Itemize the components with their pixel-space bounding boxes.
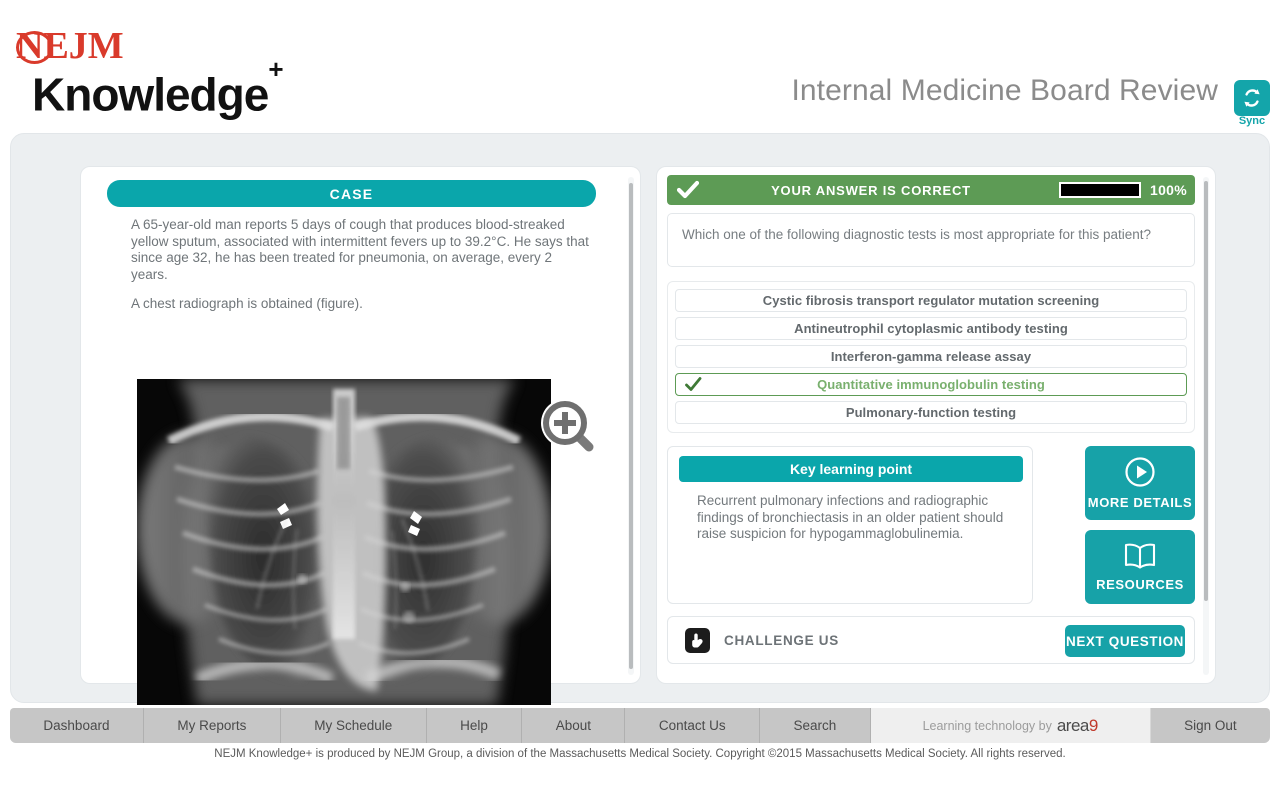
pointing-hand-icon — [692, 633, 703, 648]
case-paragraph: A 65-year-old man reports 5 days of coug… — [131, 217, 589, 282]
answer-choice-label: Quantitative immunoglobulin testing — [817, 377, 1045, 392]
challenge-us-icon-button[interactable] — [685, 628, 710, 653]
score-meter — [1059, 182, 1141, 198]
question-text: Which one of the following diagnostic te… — [667, 213, 1195, 267]
nav-item-contact-us[interactable]: Contact Us — [625, 708, 761, 743]
open-book-icon — [1124, 543, 1156, 569]
answer-panel-scrollbar[interactable] — [1203, 177, 1209, 675]
magnifier-plus-icon — [541, 399, 596, 454]
more-details-button[interactable]: MORE DETAILS — [1085, 446, 1195, 520]
nejm-knowledge-logo: NEJM Knowledge+ — [12, 26, 284, 121]
nav-item-help[interactable]: Help — [427, 708, 523, 743]
answer-choice-label: Cystic fibrosis transport regulator muta… — [762, 293, 1100, 308]
case-header: CASE — [107, 180, 596, 207]
nav-item-dashboard[interactable]: Dashboard — [10, 708, 144, 743]
app-header: NEJM Knowledge+ Internal Medicine Board … — [0, 0, 1280, 133]
chest-radiograph-image[interactable] — [137, 379, 551, 705]
resources-button[interactable]: RESOURCES — [1085, 530, 1195, 604]
answer-choice[interactable]: Interferon-gamma release assay — [675, 345, 1187, 368]
more-details-label: MORE DETAILS — [1087, 495, 1193, 510]
logo-plus-label: + — [268, 54, 283, 84]
score-meter-fill — [1061, 184, 1139, 196]
logo-knowledge-text: Knowledge+ — [32, 54, 284, 121]
logo-nejm-text: NEJM — [12, 26, 283, 66]
key-learning-point-card: Key learning point Recurrent pulmonary i… — [667, 446, 1033, 604]
logo-nejm-label: NEJM — [16, 25, 124, 67]
nav-item-about[interactable]: About — [522, 708, 626, 743]
nav-item-search[interactable]: Search — [760, 708, 871, 743]
area9-name-label: area — [1056, 715, 1090, 735]
score-percent-label: 100% — [1149, 182, 1187, 198]
case-panel: CASE A 65-year-old man reports 5 days of… — [80, 166, 641, 705]
answer-choice-label: Pulmonary-function testing — [845, 405, 1017, 420]
content-shell: CASE A 65-year-old man reports 5 days of… — [10, 133, 1270, 705]
challenge-bar: CHALLENGE US NEXT QUESTION — [667, 616, 1195, 664]
sync-button[interactable] — [1234, 80, 1270, 116]
next-question-button[interactable]: NEXT QUESTION — [1065, 625, 1185, 657]
play-circle-icon — [1125, 457, 1155, 487]
area9-prefix-label: Learning technology by — [922, 718, 1052, 733]
answer-choice-correct[interactable]: Quantitative immunoglobulin testing — [675, 373, 1187, 396]
checkmark-icon — [685, 377, 702, 391]
logo-knowledge-label: Knowledge — [32, 68, 269, 121]
nav-item-my-schedule[interactable]: My Schedule — [281, 708, 427, 743]
area9-logo: area9 — [1057, 716, 1098, 736]
sync-label: Sync — [1238, 115, 1266, 127]
case-panel-scrollbar[interactable] — [628, 177, 634, 675]
key-learning-point-row: Key learning point Recurrent pulmonary i… — [667, 446, 1195, 604]
key-learning-point-header: Key learning point — [679, 456, 1023, 482]
challenge-us-label: CHALLENGE US — [724, 633, 839, 648]
zoom-image-button[interactable] — [539, 397, 596, 454]
copyright-text: NEJM Knowledge+ is produced by NEJM Grou… — [214, 748, 1066, 760]
answer-choice-label: Antineutrophil cytoplasmic antibody test… — [794, 321, 1068, 336]
answer-choice-label: Interferon-gamma release assay — [830, 349, 1032, 364]
answer-choices-list: Cystic fibrosis transport regulator muta… — [667, 281, 1195, 433]
sync-refresh-icon — [1244, 89, 1260, 107]
footer-navigation: Dashboard My Reports My Schedule Help Ab… — [10, 708, 1270, 743]
answer-choice[interactable]: Cystic fibrosis transport regulator muta… — [675, 289, 1187, 312]
answer-choice[interactable]: Antineutrophil cytoplasmic antibody test… — [675, 317, 1187, 340]
answer-panel: YOUR ANSWER IS CORRECT 100% Which one of… — [656, 166, 1216, 684]
case-panel-scroll-thumb[interactable] — [629, 183, 633, 669]
nav-item-sign-out[interactable]: Sign Out — [1151, 708, 1270, 743]
case-paragraph: A chest radiograph is obtained (figure). — [131, 296, 363, 311]
page-title: Internal Medicine Board Review — [791, 74, 1218, 107]
resources-label: RESOURCES — [1096, 577, 1184, 592]
area9-attribution: Learning technology by area9 — [870, 708, 1151, 743]
answer-choice[interactable]: Pulmonary-function testing — [675, 401, 1187, 424]
case-body: A 65-year-old man reports 5 days of coug… — [131, 217, 591, 326]
answer-status-bar: YOUR ANSWER IS CORRECT 100% — [667, 175, 1195, 205]
key-learning-point-text: Recurrent pulmonary infections and radio… — [697, 493, 1004, 541]
area9-nine-label: 9 — [1088, 715, 1098, 735]
answer-panel-scroll-thumb[interactable] — [1204, 181, 1208, 601]
nav-item-my-reports[interactable]: My Reports — [144, 708, 281, 743]
